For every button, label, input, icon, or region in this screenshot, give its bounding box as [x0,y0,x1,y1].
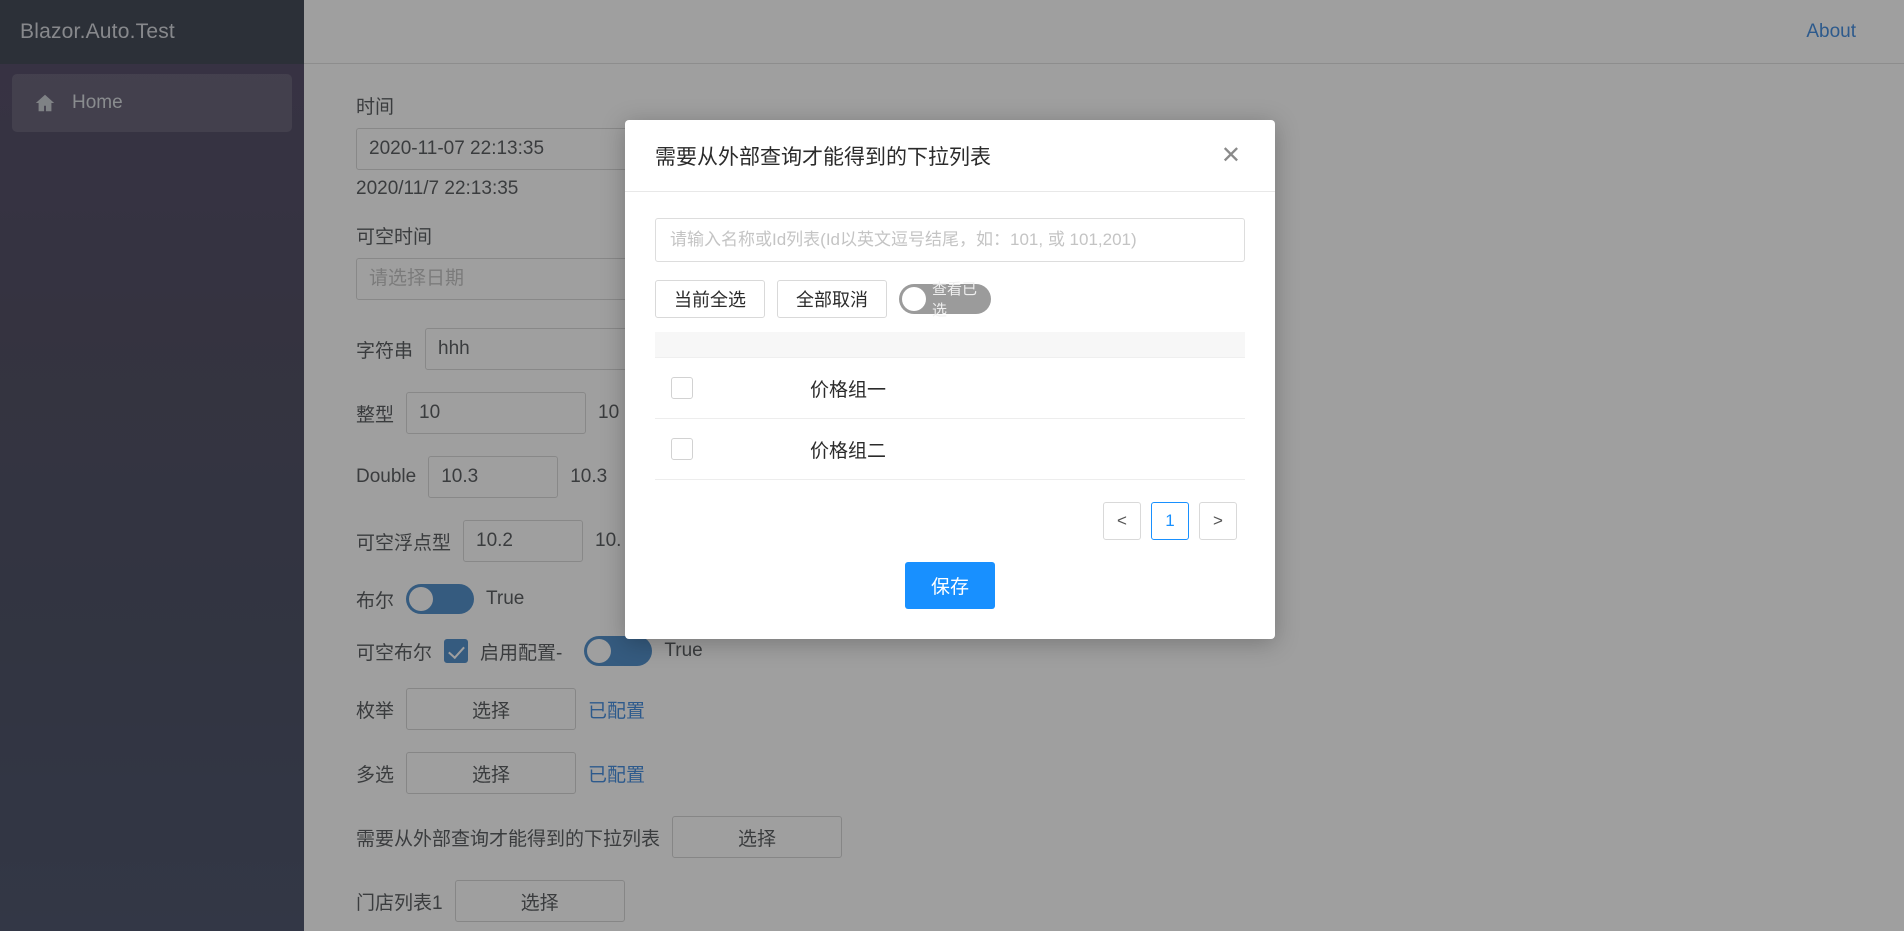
row-name: 价格组二 [810,440,887,462]
modal-toolbar: 当前全选 全部取消 查看已选 [655,280,1245,319]
prev-page-button[interactable]: < [1103,502,1141,540]
modal-body: 当前全选 全部取消 查看已选 价格组一 [625,192,1275,540]
list-item[interactable]: 价格组一 [655,358,1245,419]
list-header-bar [655,332,1245,358]
external-list-modal: 需要从外部查询才能得到的下拉列表 ✕ 当前全选 全部取消 查看已选 价格 [625,120,1275,639]
modal-header: 需要从外部查询才能得到的下拉列表 ✕ [625,120,1275,192]
view-selected-label: 查看已选 [932,281,978,319]
page-1-button[interactable]: 1 [1151,502,1189,540]
close-icon[interactable]: ✕ [1215,140,1247,172]
deselect-all-button[interactable]: 全部取消 [777,280,887,318]
toggle-knob-icon [902,287,926,311]
view-selected-toggle[interactable]: 查看已选 [899,281,991,319]
result-list: 价格组一 价格组二 [655,358,1245,480]
save-button[interactable]: 保存 [904,562,995,609]
row-checkbox[interactable] [671,438,693,460]
row-checkbox-cell [655,438,810,460]
row-checkbox[interactable] [671,377,693,399]
app-root: Blazor.Auto.Test Home About 时间 2020/11/7… [0,0,1904,931]
select-all-button[interactable]: 当前全选 [655,280,765,318]
pagination: < 1 > [655,480,1245,540]
next-page-button[interactable]: > [1199,502,1237,540]
row-checkbox-cell [655,377,810,399]
modal-title: 需要从外部查询才能得到的下拉列表 [655,145,991,169]
list-item[interactable]: 价格组二 [655,419,1245,480]
search-input[interactable] [655,218,1245,262]
modal-footer: 保存 [625,540,1275,639]
row-name: 价格组一 [810,379,887,401]
